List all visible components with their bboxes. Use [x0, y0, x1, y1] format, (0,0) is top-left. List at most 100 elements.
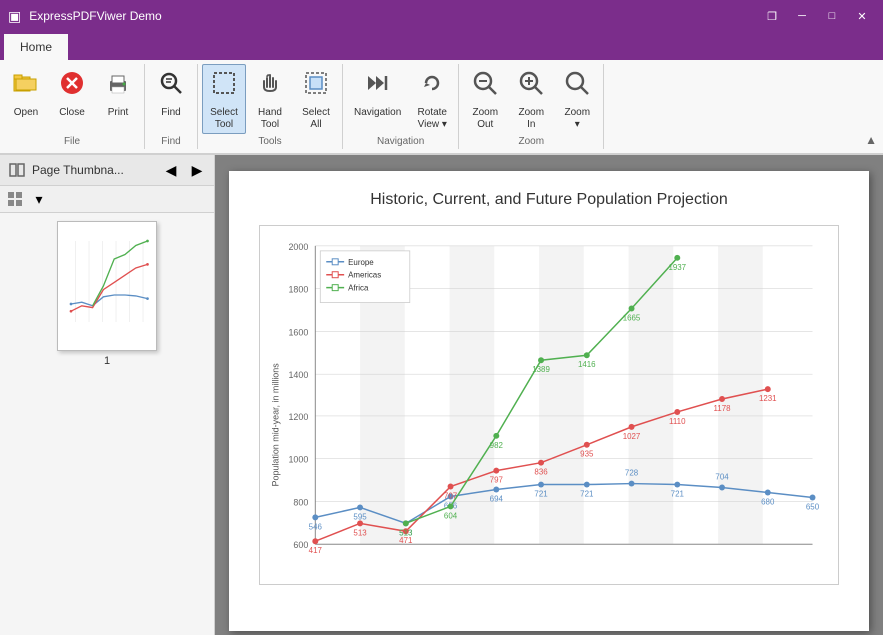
svg-text:680: 680 — [761, 497, 775, 506]
main-layout: Page Thumbna... ◀ ▶ ▾ — [0, 155, 883, 635]
zoom-group-label: Zoom — [514, 134, 548, 149]
svg-text:1937: 1937 — [668, 263, 686, 272]
ribbon-group-find: Find Find — [145, 64, 198, 149]
find-button[interactable]: Find — [149, 64, 193, 134]
navigation-button[interactable]: Navigation — [347, 64, 408, 134]
close-button-ribbon[interactable]: Close — [50, 64, 94, 134]
ribbon-group-navigation: Navigation RotateView ▾ Navigation — [343, 64, 459, 149]
svg-text:Europe: Europe — [348, 258, 374, 267]
svg-text:650: 650 — [806, 502, 820, 511]
sidebar-prev-button[interactable]: ◀ — [160, 159, 182, 181]
ribbon-content: Open Close Print File — [0, 60, 883, 154]
restore-button[interactable]: ❐ — [759, 6, 785, 26]
content-area: Historic, Current, and Future Population… — [215, 155, 883, 635]
svg-text:600: 600 — [293, 540, 308, 550]
svg-text:694: 694 — [490, 494, 504, 503]
select-all-button[interactable]: SelectAll — [294, 64, 338, 134]
svg-text:595: 595 — [353, 512, 367, 521]
svg-text:1389: 1389 — [532, 365, 550, 374]
svg-text:604: 604 — [444, 511, 458, 520]
svg-text:721: 721 — [580, 489, 594, 498]
rotate-view-icon — [418, 69, 446, 105]
navigation-label: Navigation — [354, 107, 401, 119]
print-button[interactable]: Print — [96, 64, 140, 134]
svg-text:800: 800 — [293, 497, 308, 507]
sidebar: Page Thumbna... ◀ ▶ ▾ — [0, 155, 215, 635]
sidebar-header: Page Thumbna... ◀ ▶ — [0, 155, 214, 186]
svg-text:Africa: Africa — [348, 284, 369, 293]
svg-text:704: 704 — [715, 473, 729, 482]
close-icon — [58, 69, 86, 105]
open-button[interactable]: Open — [4, 64, 48, 134]
svg-text:546: 546 — [309, 522, 323, 531]
thumbnail-page-label: 1 — [104, 355, 110, 367]
hand-tool-icon — [256, 69, 284, 105]
svg-text:721: 721 — [671, 489, 685, 498]
sidebar-panel-icon[interactable] — [6, 159, 28, 181]
zoom-in-icon — [517, 69, 545, 105]
svg-text:797: 797 — [490, 476, 504, 485]
tab-home[interactable]: Home — [4, 32, 68, 60]
svg-text:Americas: Americas — [348, 271, 381, 280]
thumbnail-container: 1 — [0, 213, 214, 635]
open-label: Open — [14, 107, 38, 119]
app-icon: ▣ — [8, 8, 21, 25]
svg-text:417: 417 — [309, 546, 323, 555]
find-icon — [157, 69, 185, 105]
sidebar-view-button[interactable] — [4, 188, 26, 210]
chart-container: Population mid-year, in millions 2000 — [259, 225, 839, 585]
zoom-in-button[interactable]: ZoomIn — [509, 64, 553, 134]
svg-text:513: 513 — [399, 528, 413, 537]
tools-group-label: Tools — [254, 134, 285, 149]
find-label: Find — [161, 107, 180, 119]
print-label: Print — [108, 107, 129, 119]
title-bar: ▣ ExpressPDFViwer Demo ❐ ─ □ ✕ — [0, 0, 883, 32]
svg-text:513: 513 — [353, 528, 367, 537]
app-title: ExpressPDFViwer Demo — [29, 9, 161, 23]
svg-text:1110: 1110 — [669, 417, 686, 426]
rotate-view-label: RotateView ▾ — [418, 107, 447, 131]
maximize-button[interactable]: □ — [819, 6, 845, 26]
svg-text:1400: 1400 — [288, 370, 308, 380]
select-all-label: SelectAll — [302, 107, 330, 131]
ribbon-group-zoom: ZoomOut ZoomIn Zoom▾ Zoom — [459, 64, 604, 149]
svg-text:1800: 1800 — [288, 285, 308, 295]
rotate-view-button[interactable]: RotateView ▾ — [410, 64, 454, 134]
open-icon — [12, 69, 40, 105]
sidebar-next-button[interactable]: ▶ — [186, 159, 208, 181]
sidebar-dropdown-button[interactable]: ▾ — [28, 188, 50, 210]
zoom-out-button[interactable]: ZoomOut — [463, 64, 507, 134]
zoom-button[interactable]: Zoom▾ — [555, 64, 599, 134]
zoom-out-label: ZoomOut — [472, 107, 498, 131]
svg-text:Population mid-year, in millio: Population mid-year, in millions — [271, 363, 281, 487]
navigation-group-label: Navigation — [373, 134, 428, 149]
svg-text:1665: 1665 — [623, 313, 641, 322]
ribbon-tab-bar: Home — [0, 32, 883, 60]
svg-text:836: 836 — [534, 468, 548, 477]
svg-text:1178: 1178 — [713, 404, 731, 413]
ribbon-group-tools: SelectTool HandTool SelectAll — [198, 64, 343, 149]
svg-text:471: 471 — [399, 536, 413, 545]
close-button[interactable]: ✕ — [849, 6, 875, 26]
zoom-in-label: ZoomIn — [518, 107, 544, 131]
svg-text:1000: 1000 — [288, 455, 308, 465]
zoom-label: Zoom▾ — [564, 107, 590, 131]
hand-tool-button[interactable]: HandTool — [248, 64, 292, 134]
find-group-label: Find — [157, 134, 184, 149]
thumbnail-item[interactable]: 1 — [57, 221, 157, 367]
print-icon — [104, 69, 132, 105]
ribbon-collapse-button[interactable]: ▲ — [859, 131, 883, 149]
pdf-page: Historic, Current, and Future Population… — [229, 171, 869, 631]
select-tool-icon — [210, 69, 238, 105]
svg-text:721: 721 — [534, 489, 548, 498]
svg-text:1231: 1231 — [759, 394, 777, 403]
select-tool-button[interactable]: SelectTool — [202, 64, 246, 134]
svg-text:935: 935 — [580, 450, 594, 459]
minimize-button[interactable]: ─ — [789, 6, 815, 26]
ribbon-group-file: Open Close Print File — [0, 64, 145, 149]
zoom-out-icon — [471, 69, 499, 105]
svg-text:2000: 2000 — [288, 242, 308, 252]
sidebar-title: Page Thumbna... — [32, 163, 156, 177]
zoom-icon — [563, 69, 591, 105]
svg-text:1200: 1200 — [288, 412, 308, 422]
